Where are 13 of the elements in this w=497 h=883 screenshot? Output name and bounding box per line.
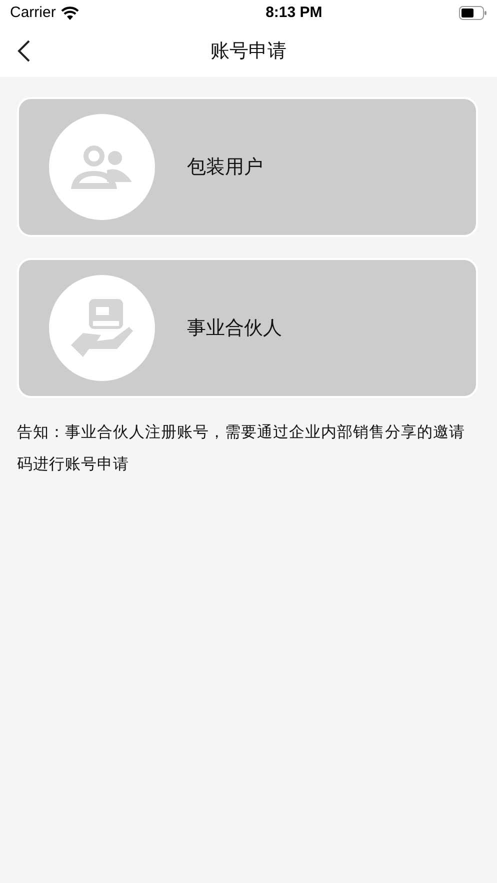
back-icon[interactable]: [16, 39, 32, 63]
clock-time: 8:13 PM: [266, 4, 322, 21]
option-label: 包装用户: [187, 155, 263, 180]
battery-icon: [458, 6, 487, 20]
page-title: 账号申请: [210, 39, 286, 64]
option-card[interactable]: 事业合伙人: [17, 258, 478, 398]
wifi-icon: [60, 6, 79, 20]
users-icon: [71, 144, 133, 190]
hand-card-icon: [71, 297, 133, 359]
option-label: 事业合伙人: [187, 316, 282, 341]
option-card[interactable]: 包装用户: [17, 97, 478, 237]
notice-text: 告知：事业合伙人注册账号，需要通过企业内部销售分享的邀请码进行账号申请: [17, 422, 466, 475]
carrier-label: Carrier: [10, 4, 56, 21]
